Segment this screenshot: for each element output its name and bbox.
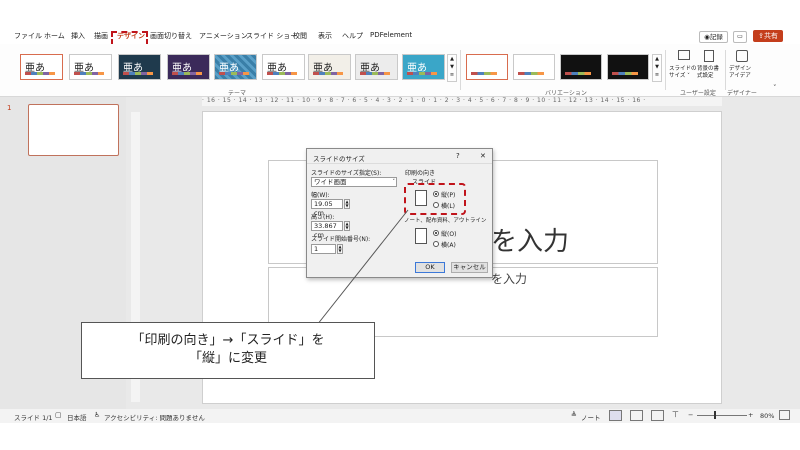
- instruction-callout: 「印刷の向き」→「スライド」を 「縦」に変更: [81, 322, 375, 379]
- notes-icon: ≜: [571, 411, 577, 419]
- slideshow-icon[interactable]: ⊤: [672, 410, 679, 419]
- status-bar: スライド 1/1 ▢ 日本語 ♿ アクセシビリティ: 問題ありません ≜ ノート…: [0, 409, 800, 423]
- accessibility-status[interactable]: アクセシビリティ: 問題ありません: [104, 412, 205, 422]
- zoom-slider-thumb[interactable]: [714, 411, 716, 419]
- zoom-slider[interactable]: [697, 415, 747, 416]
- language-label[interactable]: 日本語: [67, 412, 87, 422]
- callout-pointer: [316, 209, 409, 326]
- spellcheck-icon[interactable]: ▢: [55, 411, 62, 419]
- reading-view-icon[interactable]: [651, 410, 664, 421]
- slide-sorter-icon[interactable]: [630, 410, 643, 421]
- zoom-in-icon[interactable]: +: [748, 411, 753, 419]
- zoom-level[interactable]: 80%: [760, 412, 774, 420]
- notes-button[interactable]: ノート: [581, 412, 601, 422]
- callout-line-2: 「縦」に変更: [188, 351, 267, 366]
- normal-view-icon[interactable]: [609, 410, 622, 421]
- accessibility-icon: ♿: [94, 411, 101, 419]
- zoom-out-icon[interactable]: −: [688, 411, 693, 419]
- callout-line-1: 「印刷の向き」→「スライド」を: [131, 333, 325, 348]
- fit-to-window-icon[interactable]: [779, 410, 790, 420]
- slide-count: スライド 1/1: [14, 414, 53, 422]
